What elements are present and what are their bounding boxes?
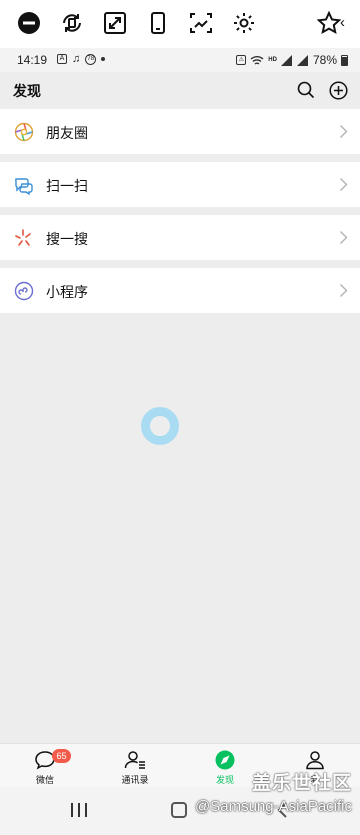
recent-apps-button[interactable] bbox=[71, 803, 87, 817]
app-header: 发现 bbox=[0, 72, 360, 108]
chevron-right-icon bbox=[340, 125, 348, 138]
contacts-icon bbox=[124, 751, 145, 769]
rotate-icon[interactable] bbox=[59, 10, 85, 36]
scan-icon bbox=[15, 178, 33, 195]
status-bar: 14:19 A ♫ 78 ⚠ HD 78% bbox=[0, 48, 360, 72]
add-button[interactable] bbox=[327, 79, 349, 101]
collapse-chevron-icon[interactable]: ‹ bbox=[340, 14, 345, 31]
notification-circle-icon: 78 bbox=[85, 53, 97, 65]
status-right: ⚠ HD 78% bbox=[236, 53, 348, 67]
page-title: 发现 bbox=[13, 83, 41, 99]
signal-2-icon bbox=[296, 54, 308, 66]
nfc-icon: ⚠ bbox=[236, 55, 247, 65]
hd-label: HD bbox=[268, 57, 277, 63]
menu-item-label: 扫一扫 bbox=[46, 178, 88, 194]
fullscreen-icon[interactable] bbox=[102, 10, 128, 36]
compass-icon bbox=[215, 750, 235, 770]
search-spark-icon bbox=[15, 229, 31, 246]
watermark-cn: 盖乐世社区 bbox=[251, 773, 352, 794]
search-button[interactable] bbox=[295, 79, 317, 101]
tab-label: 微信 bbox=[35, 775, 54, 785]
chevron-right-icon bbox=[340, 231, 348, 244]
stop-icon[interactable] bbox=[16, 10, 42, 36]
menu-item-label: 朋友圈 bbox=[46, 125, 88, 141]
tab-contacts[interactable]: 通讯录 bbox=[90, 744, 180, 788]
menu-item-label: 小程序 bbox=[46, 284, 88, 300]
mini-program-icon bbox=[14, 281, 34, 301]
menu-item-mini-program[interactable]: 小程序 bbox=[0, 268, 360, 313]
menu-item-scan[interactable]: 扫一扫 bbox=[0, 162, 360, 207]
search-icon bbox=[297, 81, 315, 99]
battery-icon bbox=[341, 54, 348, 66]
home-button[interactable] bbox=[171, 802, 187, 818]
battery-text: 78% bbox=[312, 53, 337, 67]
more-dot-icon bbox=[101, 57, 106, 61]
moments-icon bbox=[14, 122, 34, 142]
settings-icon[interactable] bbox=[231, 10, 257, 36]
link-icon: ♫ bbox=[72, 53, 81, 65]
phone-icon[interactable] bbox=[145, 10, 171, 36]
tab-chats[interactable]: 65 微信 bbox=[0, 744, 90, 788]
recorder-toolbar: ‹ bbox=[0, 0, 360, 48]
unread-badge: 65 bbox=[52, 749, 71, 763]
chevron-right-icon bbox=[340, 178, 348, 191]
tab-label: 通讯录 bbox=[121, 775, 149, 785]
menu-item-moments[interactable]: 朋友圈 bbox=[0, 109, 360, 154]
menu-item-label: 搜一搜 bbox=[46, 231, 88, 247]
loading-spinner bbox=[141, 407, 179, 445]
menu-item-search[interactable]: 搜一搜 bbox=[0, 215, 360, 260]
status-time: 14:19 bbox=[17, 53, 48, 67]
signal-icon bbox=[280, 54, 292, 66]
notification-icons: A ♫ 78 bbox=[57, 53, 106, 65]
wifi-icon bbox=[250, 55, 264, 65]
star-icon[interactable] bbox=[316, 10, 342, 36]
notification-box-icon: A bbox=[57, 54, 67, 64]
watermark-en: @Samsung-AsiaPacific bbox=[195, 798, 352, 815]
screenshot-icon[interactable] bbox=[188, 10, 214, 36]
person-icon bbox=[306, 751, 324, 770]
chevron-right-icon bbox=[340, 284, 348, 297]
plus-circle-icon bbox=[328, 80, 348, 100]
